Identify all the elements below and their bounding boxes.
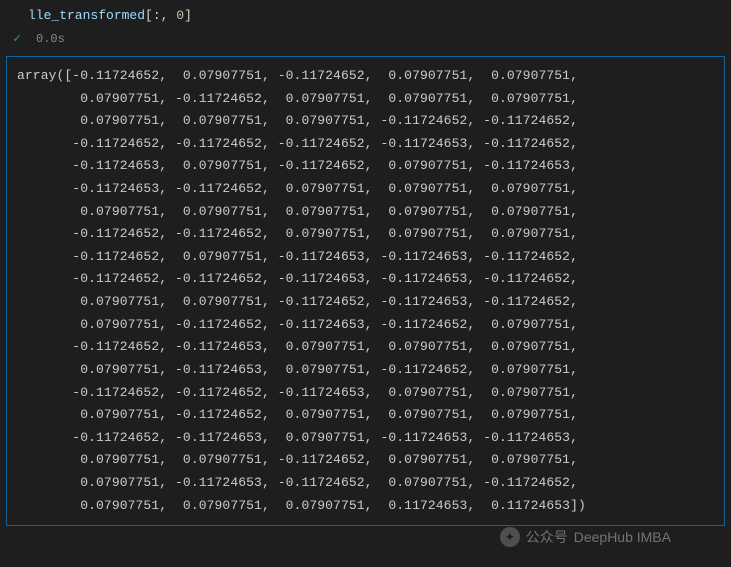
watermark: ✦ 公众号 DeepHub IMBA [500,527,671,547]
wechat-icon: ✦ [500,527,520,547]
code-close: ] [184,8,192,23]
code-var: lle_transformed [28,8,145,23]
notebook-cell: lle_transformed[:, 0] ✓ 0.0s array([-0.1… [0,0,731,532]
cell-status: ✓ 0.0s [0,29,731,54]
code-index: 0 [176,8,184,23]
cell-input[interactable]: lle_transformed[:, 0] [0,0,731,29]
code-open: [ [145,8,153,23]
success-icon: ✓ [6,31,28,46]
code-comma: , [161,8,177,23]
output-text: array([-0.11724652, 0.07907751, -0.11724… [17,65,724,517]
exec-time: 0.0s [36,32,65,46]
watermark-text: DeepHub IMBA [574,529,671,545]
code-colon: : [153,8,161,23]
cell-output[interactable]: array([-0.11724652, 0.07907751, -0.11724… [6,56,725,526]
watermark-prefix: 公众号 [526,527,568,547]
code-line[interactable]: lle_transformed[:, 0] [28,8,192,23]
